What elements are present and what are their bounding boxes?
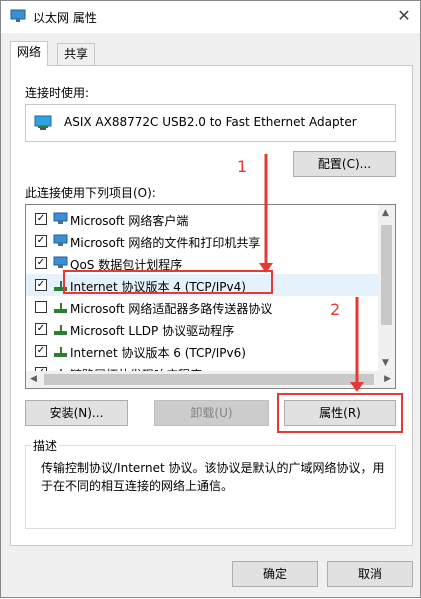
tab-label: 网络 — [17, 45, 42, 59]
tab-network[interactable]: 网络 — [10, 41, 49, 66]
arrow-head-2 — [350, 382, 364, 392]
arrow-head-1 — [259, 263, 273, 273]
annotation-arrows — [259, 154, 364, 392]
properties-dialog: 以太网 属性 ✕ 网络 共享 连接时使用: ASIX AX88772C USB2… — [0, 0, 421, 598]
